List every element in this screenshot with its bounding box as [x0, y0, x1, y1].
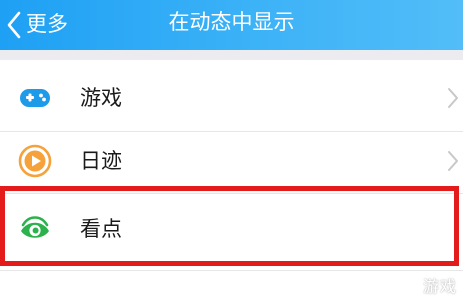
chevron-right-icon	[448, 151, 458, 171]
list-item-kandian[interactable]: 看点	[0, 196, 463, 262]
list-item-label: 游戏	[80, 86, 122, 110]
list-item-diary[interactable]: 日迹	[0, 128, 463, 194]
watermark: 游戏	[422, 277, 457, 296]
gamepad-icon	[20, 89, 50, 107]
eye-icon	[21, 216, 49, 238]
play-circle-icon	[18, 144, 52, 178]
list-item-label: 看点	[80, 217, 122, 241]
chevron-right-icon	[448, 88, 458, 108]
list-item-games[interactable]: 游戏	[0, 65, 463, 131]
divider	[0, 193, 463, 194]
settings-list: 游戏 日迹 看点	[0, 60, 463, 305]
title-bar: 更多 在动态中显示	[0, 0, 463, 50]
page-title: 在动态中显示	[168, 10, 295, 34]
list-item-label: 日迹	[80, 149, 122, 173]
divider	[0, 270, 463, 271]
